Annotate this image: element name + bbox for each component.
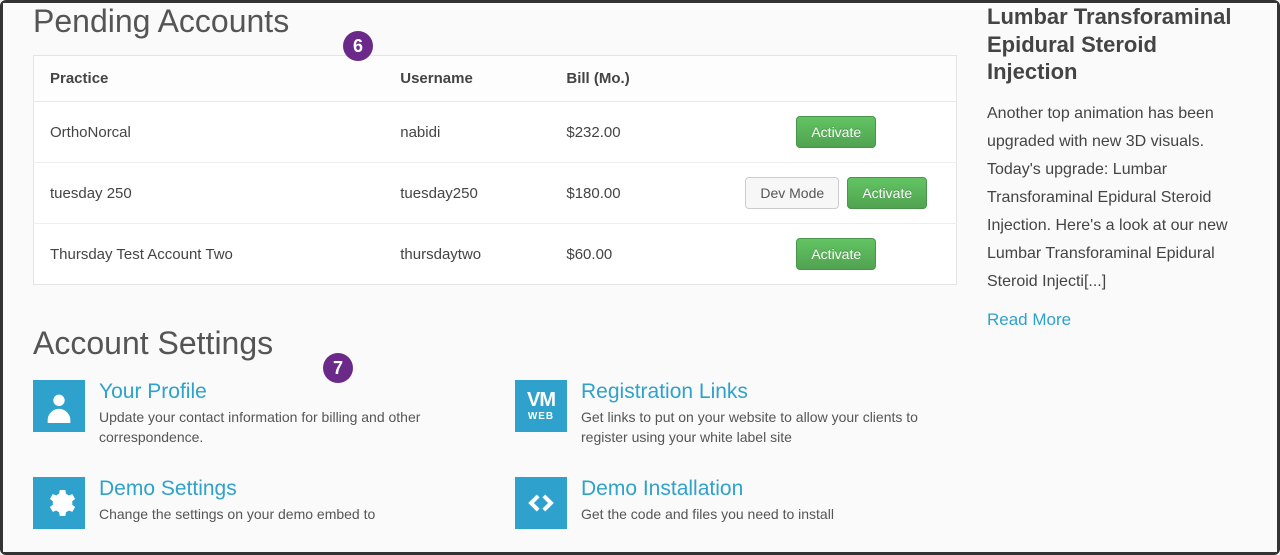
table-row: OrthoNorcal nabidi $232.00 Activate <box>34 102 957 163</box>
setting-title: Registration Links <box>581 380 957 404</box>
setting-desc: Update your contact information for bill… <box>99 408 475 447</box>
dev-mode-button[interactable]: Dev Mode <box>745 177 839 209</box>
cell-username: thursdaytwo <box>384 224 550 285</box>
setting-item-registration[interactable]: VMWEB Registration Links Get links to pu… <box>515 380 957 447</box>
table-row: Thursday Test Account Two thursdaytwo $6… <box>34 224 957 285</box>
cell-bill: $180.00 <box>550 163 716 224</box>
pending-accounts-title-text: Pending Accounts <box>33 3 289 39</box>
col-header-practice: Practice <box>34 56 385 102</box>
pending-accounts-table: Practice Username Bill (Mo.) OrthoNorcal… <box>33 55 957 285</box>
pending-accounts-title: Pending Accounts 6 <box>33 3 289 40</box>
cell-bill: $232.00 <box>550 102 716 163</box>
setting-item-demo-install[interactable]: Demo Installation Get the code and files… <box>515 477 957 529</box>
activate-button[interactable]: Activate <box>847 177 927 209</box>
annotation-badge-6: 6 <box>343 31 373 61</box>
cell-username: nabidi <box>384 102 550 163</box>
sidebar-post-title[interactable]: Lumbar Transforaminal Epidural Steroid I… <box>987 3 1252 86</box>
cell-username: tuesday250 <box>384 163 550 224</box>
setting-item-profile[interactable]: Your Profile Update your contact informa… <box>33 380 475 447</box>
account-settings-title-text: Account Settings <box>33 325 273 361</box>
sidebar-post-excerpt: Another top animation has been upgraded … <box>987 100 1252 296</box>
cell-practice: Thursday Test Account Two <box>34 224 385 285</box>
cell-practice: tuesday 250 <box>34 163 385 224</box>
setting-item-demo-settings[interactable]: Demo Settings Change the settings on you… <box>33 477 475 529</box>
annotation-badge-7: 7 <box>323 353 353 383</box>
code-icon <box>515 477 567 529</box>
account-settings-title: Account Settings 7 <box>33 325 273 362</box>
sidebar: Lumbar Transforaminal Epidural Steroid I… <box>977 3 1277 552</box>
vm-web-icon: VMWEB <box>515 380 567 432</box>
col-header-username: Username <box>384 56 550 102</box>
activate-button[interactable]: Activate <box>796 238 876 270</box>
setting-title: Demo Installation <box>581 477 834 501</box>
profile-icon <box>33 380 85 432</box>
read-more-link[interactable]: Read More <box>987 310 1071 329</box>
table-row: tuesday 250 tuesday250 $180.00 Dev Mode … <box>34 163 957 224</box>
setting-desc: Change the settings on your demo embed t… <box>99 505 375 525</box>
table-header-row: Practice Username Bill (Mo.) <box>34 56 957 102</box>
col-header-actions <box>717 56 957 102</box>
setting-title: Demo Settings <box>99 477 375 501</box>
setting-desc: Get links to put on your website to allo… <box>581 408 957 447</box>
setting-title: Your Profile <box>99 380 475 404</box>
cell-practice: OrthoNorcal <box>34 102 385 163</box>
settings-grid: Your Profile Update your contact informa… <box>33 380 957 529</box>
cell-bill: $60.00 <box>550 224 716 285</box>
gear-icon <box>33 477 85 529</box>
col-header-bill: Bill (Mo.) <box>550 56 716 102</box>
activate-button[interactable]: Activate <box>796 116 876 148</box>
setting-desc: Get the code and files you need to insta… <box>581 505 834 525</box>
